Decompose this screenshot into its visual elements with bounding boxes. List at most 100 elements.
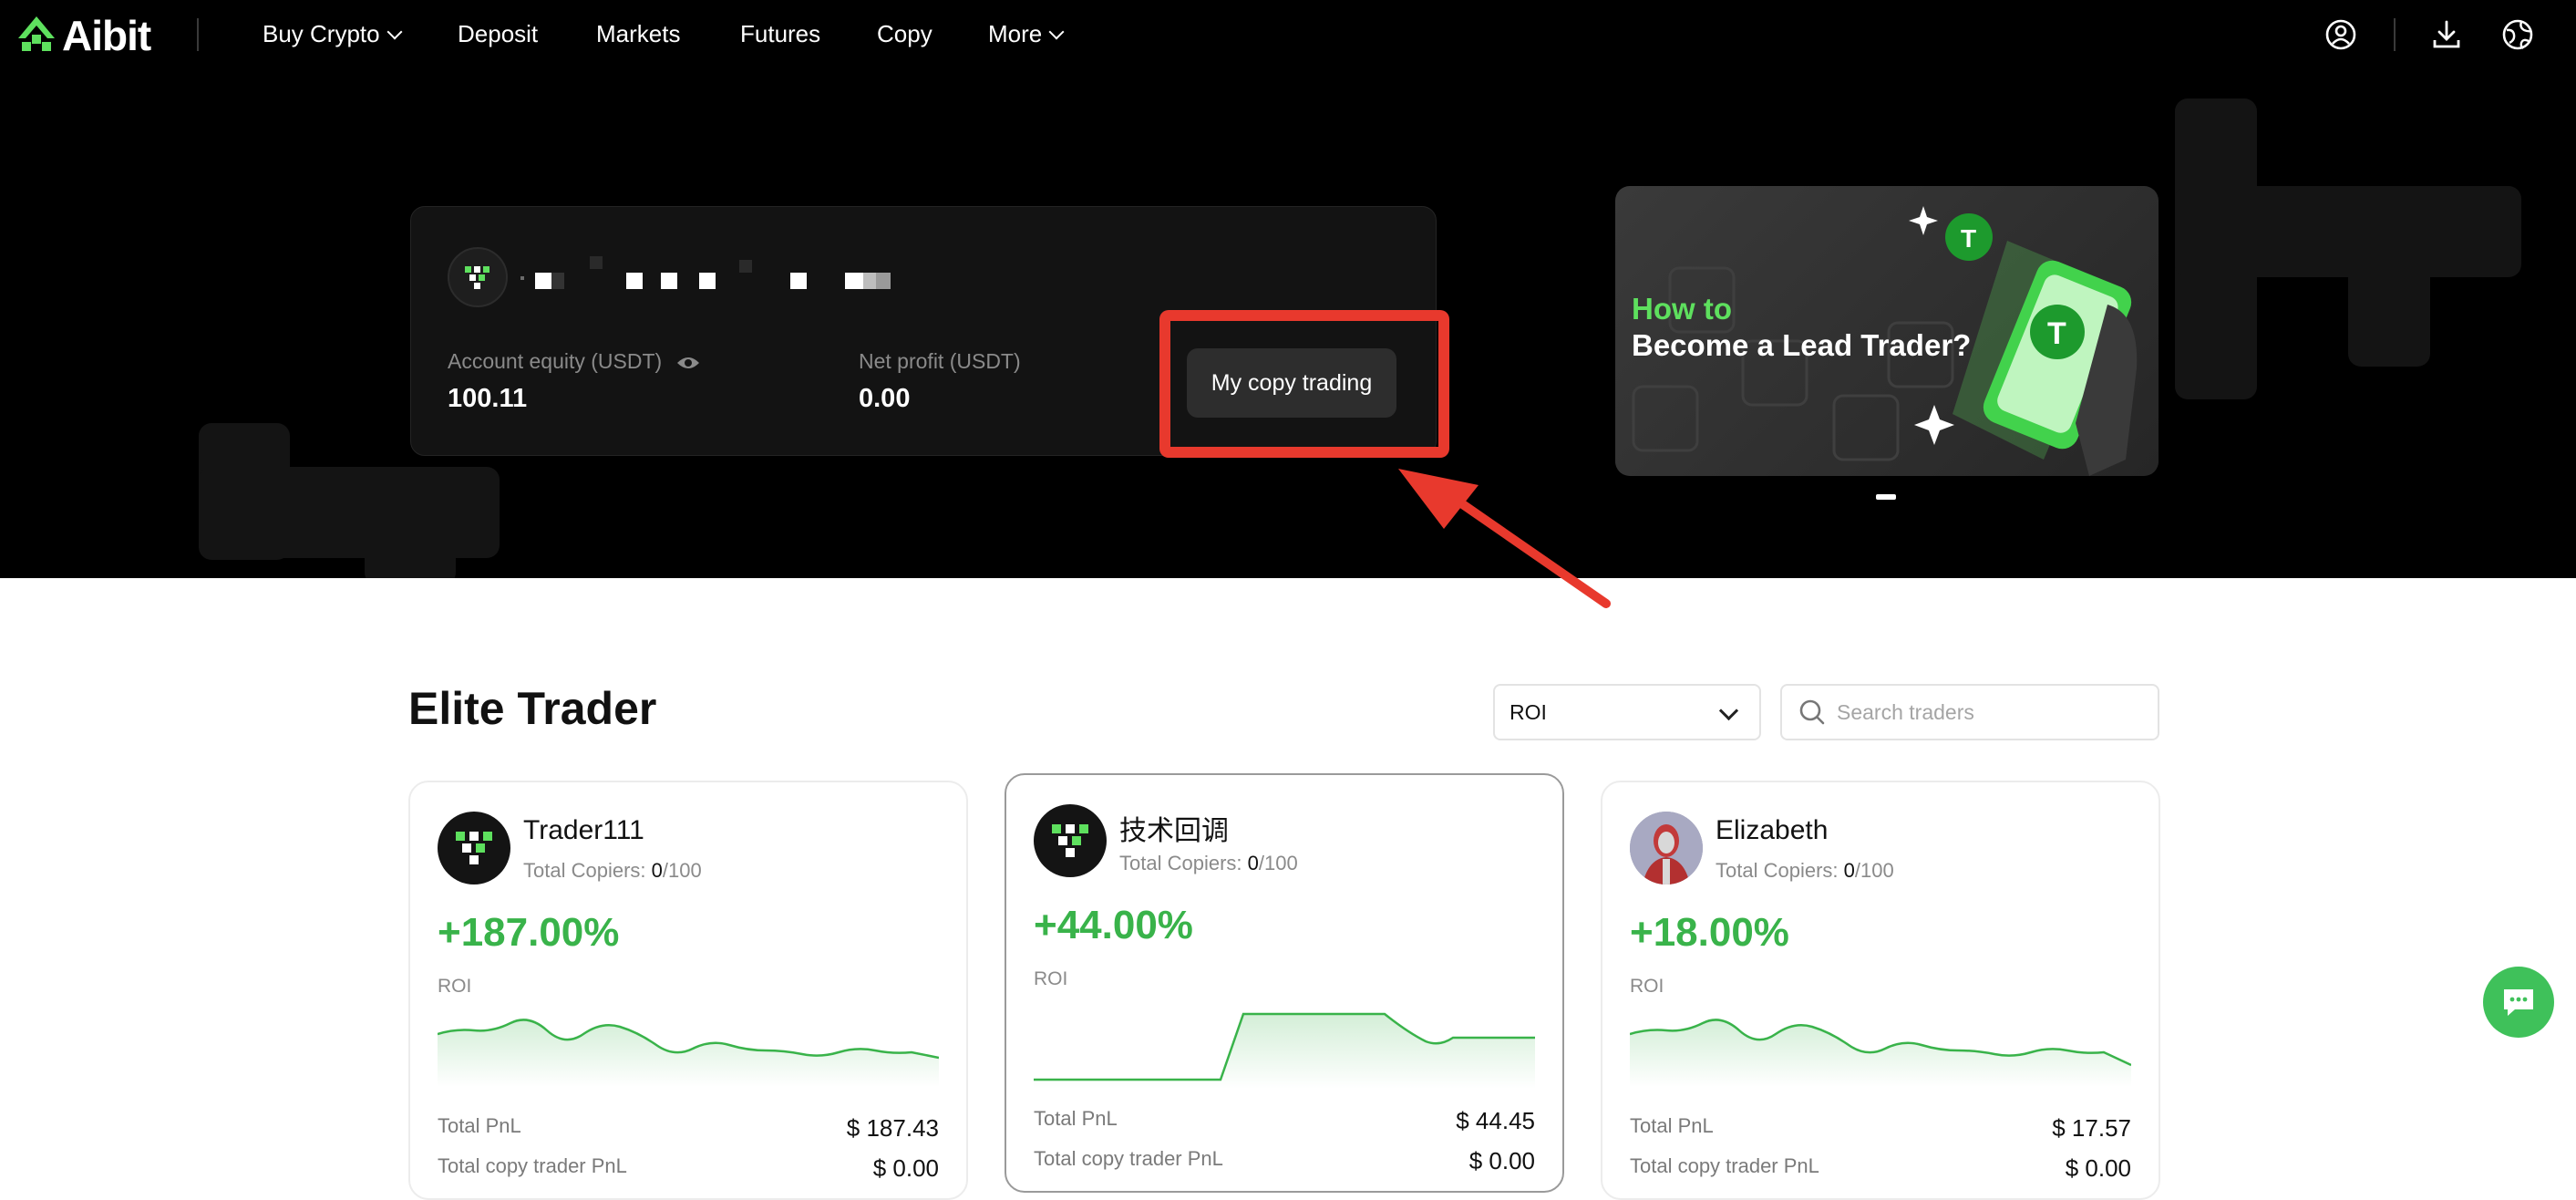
nav-label: Buy Crypto xyxy=(263,20,380,47)
annotation-arrow-icon xyxy=(1398,469,1611,608)
promo-banner[interactable]: T T How to Become a Lead Trader? xyxy=(1615,186,2159,476)
copiers-max: /100 xyxy=(1854,859,1894,882)
globe-icon[interactable] xyxy=(2501,18,2534,51)
eye-icon[interactable] xyxy=(675,354,701,372)
avatar-logo-icon xyxy=(465,266,489,289)
pnl-label: Total PnL xyxy=(1034,1107,1118,1130)
copy-pnl-label: Total copy trader PnL xyxy=(438,1154,627,1177)
trader-logo-icon xyxy=(1052,824,1088,857)
trader-logo-icon xyxy=(456,832,492,864)
trader-name: Trader111 xyxy=(523,815,644,845)
search-input[interactable] xyxy=(1835,698,2139,726)
trader-card[interactable]: Trader111 Total Copiers: 0/100 +187.00% … xyxy=(408,781,968,1200)
trader-card[interactable]: 技术回调 Total Copiers: 0/100 +44.00% ROI To… xyxy=(1005,773,1564,1193)
total-pnl-row: Total PnL $ 187.43 xyxy=(438,1114,939,1143)
equity-label: Account equity (USDT) xyxy=(448,349,701,374)
copy-pnl-label: Total copy trader PnL xyxy=(1034,1147,1223,1170)
pnl-value: $ 44.45 xyxy=(1456,1107,1535,1134)
sort-value: ROI xyxy=(1510,699,1547,724)
user-icon[interactable] xyxy=(2324,18,2357,51)
copiers-max: /100 xyxy=(1258,852,1298,874)
copiers-label: Total Copiers: xyxy=(1716,859,1839,882)
nav-label: Markets xyxy=(596,20,681,47)
chat-icon xyxy=(2504,989,2533,1016)
total-pnl-row: Total PnL $ 17.57 xyxy=(1630,1114,2131,1143)
nav-label: Copy xyxy=(877,20,933,47)
pnl-value: $ 187.43 xyxy=(846,1114,939,1142)
logo-icon xyxy=(18,16,55,51)
equity-value: 100.11 xyxy=(448,384,528,413)
copiers-value: 0 xyxy=(1843,859,1855,882)
svg-text:T: T xyxy=(2047,316,2066,351)
equity-label-text: Account equity (USDT) xyxy=(448,349,663,373)
nav-buy-crypto[interactable]: Buy Crypto xyxy=(263,20,403,48)
search-icon xyxy=(1799,699,1825,725)
roi-sparkline xyxy=(1630,1019,2131,1087)
section-title: Elite Trader xyxy=(408,683,657,734)
aibit-logo[interactable]: Aibit xyxy=(16,12,151,59)
copiers-count: Total Copiers: 0/100 xyxy=(1716,859,1894,883)
logo-text: Aibit xyxy=(62,12,151,59)
copy-pnl-value: $ 0.00 xyxy=(872,1154,939,1182)
pnl-label: Total PnL xyxy=(438,1114,521,1137)
copy-pnl-row: Total copy trader PnL $ 0.00 xyxy=(1630,1154,2131,1183)
chevron-down-icon xyxy=(386,24,403,39)
annotation-highlight-box xyxy=(1159,310,1449,458)
trader-card[interactable]: Elizabeth Total Copiers: 0/100 +18.00% R… xyxy=(1601,781,2160,1200)
copy-pnl-row: Total copy trader PnL $ 0.00 xyxy=(438,1154,939,1183)
decor-shape xyxy=(2348,186,2430,367)
top-nav: Aibit Buy Crypto Deposit Markets Futures… xyxy=(0,0,2576,84)
copiers-label: Total Copiers: xyxy=(523,859,646,882)
nav-divider xyxy=(2394,18,2396,51)
net-profit-value: 0.00 xyxy=(859,384,911,413)
carousel-indicator[interactable] xyxy=(1876,494,1896,500)
banner-title-line1: How to xyxy=(1632,292,1732,326)
nav-divider xyxy=(197,18,199,51)
decor-shape xyxy=(365,467,456,578)
copy-pnl-label: Total copy trader PnL xyxy=(1630,1154,1819,1177)
user-photo-icon xyxy=(1630,812,1703,884)
nav-more[interactable]: More xyxy=(988,20,1065,48)
account-avatar xyxy=(448,247,508,307)
banner-title-line2: Become a Lead Trader? xyxy=(1632,328,1972,362)
copy-pnl-value: $ 0.00 xyxy=(2065,1154,2131,1182)
roi-label: ROI xyxy=(1630,976,1664,997)
copiers-label: Total Copiers: xyxy=(1119,852,1242,874)
pnl-value: $ 17.57 xyxy=(2052,1114,2131,1142)
svg-text:T: T xyxy=(1961,224,1976,253)
copiers-value: 0 xyxy=(651,859,663,882)
pnl-label: Total PnL xyxy=(1630,1114,1714,1137)
roi-label: ROI xyxy=(1034,968,1068,989)
nav-label: More xyxy=(988,20,1043,47)
nav-deposit[interactable]: Deposit xyxy=(458,20,538,48)
roi-sparkline xyxy=(438,1019,939,1087)
roi-label: ROI xyxy=(438,976,472,997)
avatar xyxy=(1630,812,1703,884)
trader-name: 技术回调 xyxy=(1119,816,1229,846)
sort-select[interactable]: ROI xyxy=(1493,684,1761,740)
copy-pnl-row: Total copy trader PnL $ 0.00 xyxy=(1034,1147,1535,1175)
copiers-count: Total Copiers: 0/100 xyxy=(1119,852,1298,875)
copiers-value: 0 xyxy=(1247,852,1259,874)
trader-name: Elizabeth xyxy=(1716,815,1829,845)
roi-value: +18.00% xyxy=(1630,910,1789,955)
nav-label: Deposit xyxy=(458,20,539,47)
chevron-down-icon xyxy=(1718,700,1739,721)
nav-label: Futures xyxy=(740,20,821,47)
chevron-down-icon xyxy=(1048,24,1065,39)
download-icon[interactable] xyxy=(2430,18,2463,51)
avatar xyxy=(438,812,510,884)
nav-futures[interactable]: Futures xyxy=(740,20,820,48)
roi-sparkline xyxy=(1034,1012,1535,1089)
avatar xyxy=(1034,804,1107,877)
roi-value: +44.00% xyxy=(1034,903,1193,947)
search-box[interactable] xyxy=(1780,684,2159,740)
nav-copy[interactable]: Copy xyxy=(877,20,933,48)
roi-value: +187.00% xyxy=(438,910,620,955)
chat-support-button[interactable] xyxy=(2483,967,2554,1038)
copiers-max: /100 xyxy=(662,859,702,882)
nav-markets[interactable]: Markets xyxy=(596,20,680,48)
total-pnl-row: Total PnL $ 44.45 xyxy=(1034,1107,1535,1135)
copy-pnl-value: $ 0.00 xyxy=(1468,1147,1535,1174)
copiers-count: Total Copiers: 0/100 xyxy=(523,859,702,883)
